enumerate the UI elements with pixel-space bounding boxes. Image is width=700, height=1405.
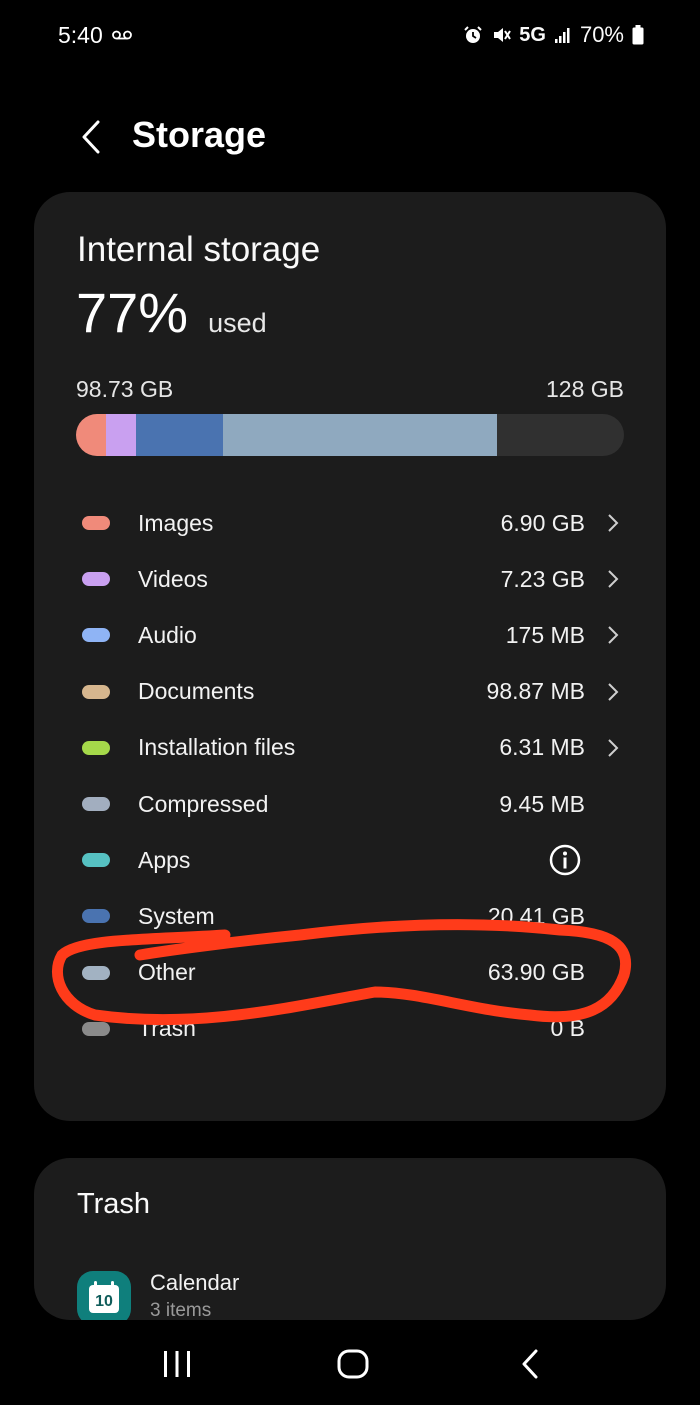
usage-segment-images	[76, 414, 106, 456]
back-arrow-icon	[82, 120, 100, 154]
category-row-apps[interactable]: Apps	[34, 832, 666, 888]
storage-heading: Internal storage	[77, 230, 321, 269]
navigation-bar	[0, 1322, 700, 1405]
category-size: 175 MB	[505, 621, 585, 648]
category-color-dot	[82, 1021, 110, 1036]
category-row-trash: Trash 0 B	[34, 1001, 666, 1057]
trash-card: Trash 10 Calendar 3 items	[34, 1158, 666, 1320]
battery-icon	[632, 25, 644, 45]
category-color-dot	[82, 572, 110, 587]
category-row-installation-files[interactable]: Installation files 6.31 MB	[34, 720, 666, 776]
category-label: Trash	[138, 1015, 196, 1042]
category-row-compressed: Compressed 9.45 MB	[34, 776, 666, 832]
chevron-right-icon	[608, 682, 619, 701]
category-size: 63.90 GB	[487, 959, 585, 986]
category-size: 98.87 MB	[486, 678, 585, 705]
category-color-dot	[82, 797, 110, 811]
signal-icon	[554, 28, 570, 43]
mute-icon	[494, 28, 512, 42]
category-label: Videos	[138, 565, 208, 592]
back-nav-icon	[522, 1349, 538, 1379]
category-color-dot	[82, 965, 110, 980]
chevron-right-icon	[608, 570, 619, 588]
usage-segment-system	[136, 414, 224, 456]
back-button[interactable]	[70, 112, 112, 162]
chevron-right-icon	[608, 739, 619, 757]
category-color-dot	[82, 740, 110, 755]
back-nav-button[interactable]	[500, 1344, 560, 1384]
category-row-images[interactable]: Images 6.90 GB	[34, 495, 666, 551]
category-color-dot	[82, 516, 110, 530]
battery-percent: 70%	[579, 22, 624, 47]
usage-segment-videos	[105, 414, 137, 456]
status-icons: 5G 70%	[463, 22, 644, 48]
category-row-system: System 20.41 GB	[34, 888, 666, 944]
category-color-dot	[82, 909, 110, 924]
recent-apps-icon	[164, 1351, 190, 1377]
network-type: 5G	[519, 23, 546, 46]
category-size: 6.90 GB	[500, 509, 585, 536]
page-title: Storage	[132, 114, 267, 155]
status-time: 5:40	[58, 22, 103, 48]
category-label: Audio	[138, 621, 197, 648]
trash-item-name: Calendar	[150, 1270, 240, 1295]
home-icon	[337, 1349, 369, 1379]
category-label: Documents	[138, 678, 255, 705]
category-label: System	[138, 902, 215, 929]
category-size: 0 B	[550, 1015, 585, 1042]
category-size: 6.31 MB	[499, 734, 585, 761]
info-icon[interactable]	[549, 844, 581, 876]
usage-segment-other	[223, 414, 498, 456]
category-size: 20.41 GB	[487, 902, 585, 929]
trash-item-count: 3 items	[150, 1300, 212, 1320]
category-color-dot	[82, 853, 110, 868]
internal-storage-card: Internal storage 77% used 98.73 GB 128 G…	[34, 192, 666, 1121]
storage-usage-bar	[76, 414, 624, 456]
category-color-dot	[82, 628, 110, 643]
category-size: 7.23 GB	[500, 565, 585, 592]
category-color-dot	[82, 684, 110, 699]
home-button[interactable]	[323, 1344, 383, 1384]
category-label: Images	[138, 509, 214, 536]
chevron-right-icon	[608, 626, 619, 645]
used-amount: 98.73 GB	[76, 376, 174, 402]
status-bar: 5:40 5G 70%	[0, 0, 700, 70]
usage-percent: 77% used	[76, 280, 267, 345]
recent-apps-button[interactable]	[147, 1344, 207, 1384]
category-row-documents[interactable]: Documents 98.87 MB	[34, 664, 666, 720]
chevron-right-icon	[608, 514, 619, 532]
alarm-icon	[464, 26, 482, 43]
category-label: Apps	[138, 846, 191, 873]
category-label: Other	[138, 959, 196, 986]
percent-suffix: used	[208, 308, 267, 338]
category-row-audio[interactable]: Audio 175 MB	[34, 607, 666, 663]
category-row-videos[interactable]: Videos 7.23 GB	[34, 551, 666, 607]
calendar-day: 10	[95, 1293, 113, 1310]
total-amount: 128 GB	[546, 376, 624, 402]
percent-value: 77%	[76, 281, 189, 344]
trash-heading: Trash	[77, 1188, 151, 1220]
category-label: Installation files	[138, 734, 296, 761]
calendar-app-icon: 10	[77, 1271, 131, 1320]
voicemail-icon	[112, 30, 132, 40]
category-label: Compressed	[138, 790, 269, 817]
category-row-other: Other 63.90 GB	[34, 945, 666, 1001]
category-size: 9.45 MB	[499, 790, 585, 817]
